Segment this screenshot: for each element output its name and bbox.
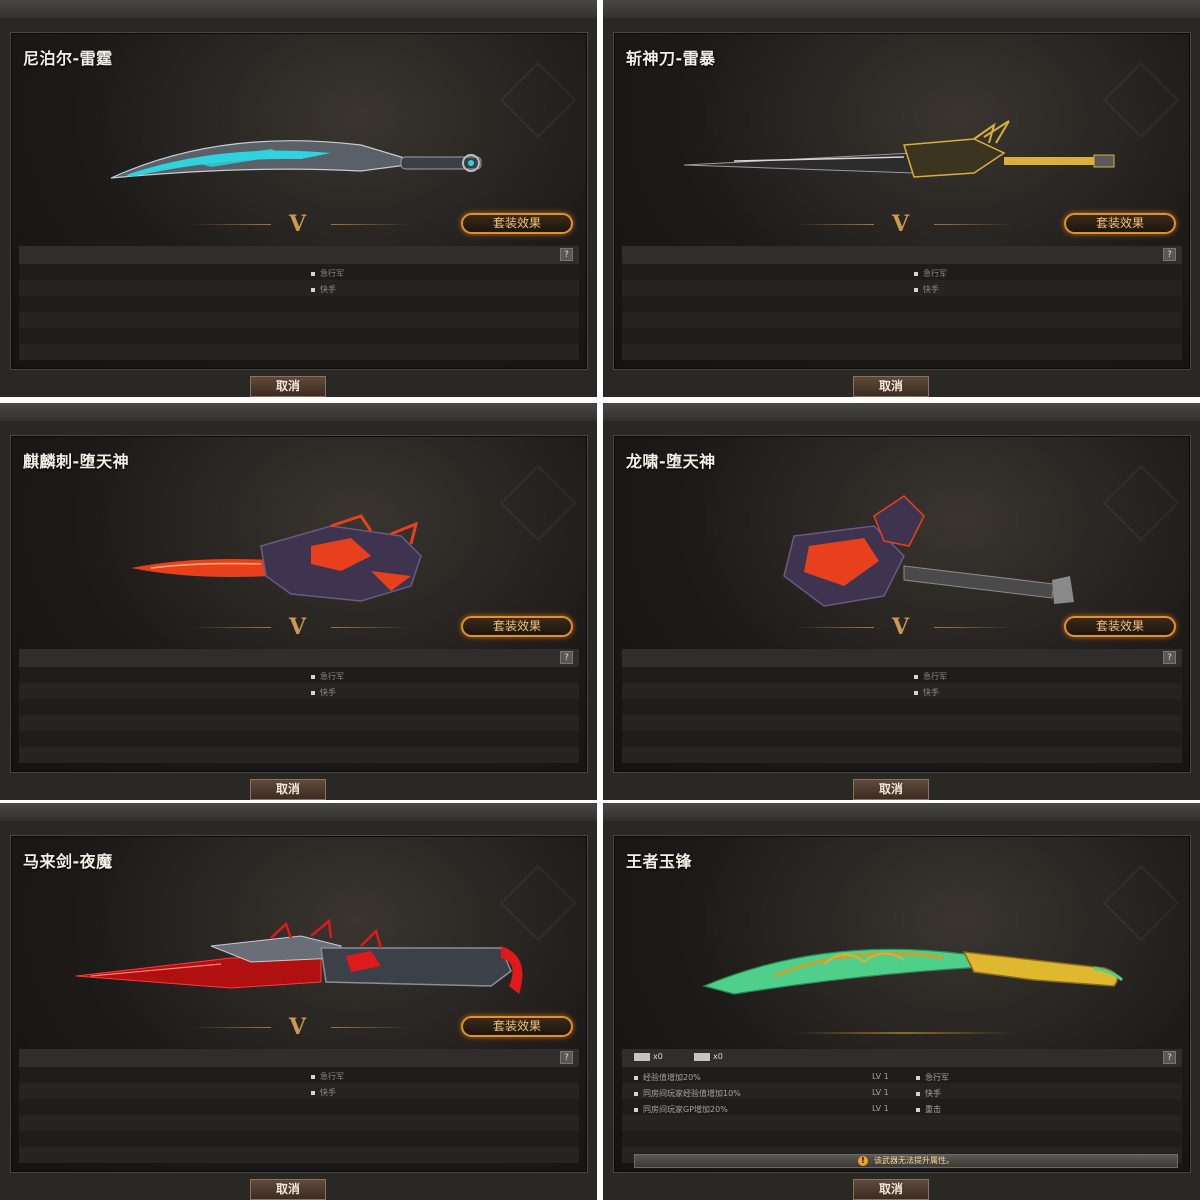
weapon-image xyxy=(110,140,482,179)
attribute-header: ? xyxy=(622,649,1182,667)
help-button[interactable]: ? xyxy=(560,248,573,261)
stat-label: 同房间玩家GP增加20% xyxy=(634,1104,728,1115)
rank-v-emblem: V xyxy=(191,213,411,235)
attribute-panel: ? 急行军 快手 xyxy=(622,649,1182,764)
card-top-band xyxy=(0,403,597,421)
warning-icon: ! xyxy=(858,1155,868,1166)
rank-v-emblem: V xyxy=(794,616,1014,638)
cancel-button[interactable]: 取消 xyxy=(250,376,326,397)
attribute-panel: ? 急行军 快手 xyxy=(19,649,579,764)
stat-tag: x0 xyxy=(694,1052,723,1061)
weapon-title: 马来剑-夜魔 xyxy=(23,852,113,871)
cancel-button[interactable]: 取消 xyxy=(250,779,326,800)
perk-item: 急行军 xyxy=(311,268,344,279)
set-effect-button[interactable]: 套装效果 xyxy=(461,213,573,234)
set-effect-button[interactable]: 套装效果 xyxy=(1064,616,1176,637)
cancel-button[interactable]: 取消 xyxy=(853,376,929,397)
card-top-band xyxy=(603,0,1200,18)
perk-item: 快手 xyxy=(914,284,939,295)
weapon-preview-frame: 斩神刀-雷暴 V 套装效果 ? 急行军 快手 xyxy=(613,32,1191,370)
perk-item: 快手 xyxy=(916,1088,941,1099)
attribute-panel: ? 急行军 快手 xyxy=(622,246,1182,361)
help-button[interactable]: ? xyxy=(1163,248,1176,261)
card-top-band xyxy=(603,803,1200,821)
weapon-image xyxy=(75,918,523,994)
weapon-title: 龙啸-堕天神 xyxy=(626,452,716,471)
weapon-card-5: 马来剑-夜魔 V 套装效果 ? 急行军 快手 取消 xyxy=(0,803,597,1200)
stat-tag: x0 xyxy=(634,1052,663,1061)
weapon-image xyxy=(702,948,1124,995)
perk-item: 快手 xyxy=(311,284,336,295)
stat-level: LV 1 xyxy=(872,1088,889,1097)
attribute-panel: ? 急行军 快手 xyxy=(19,246,579,361)
weapon-title: 斩神刀-雷暴 xyxy=(626,49,716,68)
weapon-preview-frame: 王者玉锋 x0 x0 ? 经验值增加20% LV 1 急行军 同房间玩家经验值增… xyxy=(613,835,1191,1173)
attribute-header: ? xyxy=(19,1049,579,1067)
attribute-header: x0 x0 ? xyxy=(622,1049,1182,1067)
weapon-card-2: 斩神刀-雷暴 V 套装效果 ? 急行军 快手 取消 xyxy=(603,0,1200,397)
warning-bar: ! 该武器无法提升属性。 xyxy=(634,1154,1178,1168)
warning-text: 该武器无法提升属性。 xyxy=(874,1156,954,1165)
weapon-title: 尼泊尔-雷霆 xyxy=(23,49,113,68)
help-button[interactable]: ? xyxy=(560,651,573,664)
set-effect-button[interactable]: 套装效果 xyxy=(461,1016,573,1037)
rank-divider xyxy=(794,1032,1014,1034)
help-button[interactable]: ? xyxy=(560,1051,573,1064)
help-button[interactable]: ? xyxy=(1163,651,1176,664)
perk-item: 重击 xyxy=(916,1104,941,1115)
attribute-panel: x0 x0 ? 经验值增加20% LV 1 急行军 同房间玩家经验值增加10% … xyxy=(622,1049,1182,1164)
perk-item: 急行军 xyxy=(311,671,344,682)
weapon-preview-frame: 龙啸-堕天神 V 套装效果 ? 急行军 快手 xyxy=(613,435,1191,773)
stat-level: LV 1 xyxy=(872,1072,889,1081)
perk-item: 急行军 xyxy=(916,1072,949,1083)
card-top-band xyxy=(0,0,597,18)
perk-item: 快手 xyxy=(311,687,336,698)
perk-item: 急行军 xyxy=(311,1071,344,1082)
weapon-preview-frame: 麒麟刺-堕天神 V 套装效果 ? 急行军 快手 xyxy=(10,435,588,773)
weapon-card-4: 龙啸-堕天神 V 套装效果 ? 急行军 快手 取消 xyxy=(603,403,1200,800)
weapon-card-1: 尼泊尔-雷霆 V 套装效果 ? 急行军 快手 取消 xyxy=(0,0,597,397)
weapon-image xyxy=(131,514,422,602)
weapon-preview-frame: 尼泊尔-雷霆 V 套装效果 ? 急行军 快手 xyxy=(10,32,588,370)
cancel-button[interactable]: 取消 xyxy=(250,1179,326,1200)
weapon-preview-frame: 马来剑-夜魔 V 套装效果 ? 急行军 快手 xyxy=(10,835,588,1173)
rank-v-emblem: V xyxy=(191,1016,411,1038)
rank-v-emblem: V xyxy=(794,213,1014,235)
perk-item: 急行军 xyxy=(914,671,947,682)
stat-label: 经验值增加20% xyxy=(634,1072,701,1083)
attribute-header: ? xyxy=(19,246,579,264)
perk-item: 急行军 xyxy=(914,268,947,279)
weapon-image xyxy=(783,495,1074,607)
perk-item: 快手 xyxy=(914,687,939,698)
weapon-title: 麒麟刺-堕天神 xyxy=(23,452,130,471)
weapon-card-3: 麒麟刺-堕天神 V 套装效果 ? 急行军 快手 取消 xyxy=(0,403,597,800)
stat-label: 同房间玩家经验值增加10% xyxy=(634,1088,741,1099)
set-effect-button[interactable]: 套装效果 xyxy=(461,616,573,637)
attribute-header: ? xyxy=(19,649,579,667)
rank-v-emblem: V xyxy=(191,616,411,638)
card-top-band xyxy=(603,403,1200,421)
weapon-card-6: 王者玉锋 x0 x0 ? 经验值增加20% LV 1 急行军 同房间玩家经验值增… xyxy=(603,803,1200,1200)
stat-level: LV 1 xyxy=(872,1104,889,1113)
set-effect-button[interactable]: 套装效果 xyxy=(1064,213,1176,234)
screenshot-grid: 尼泊尔-雷霆 V 套装效果 ? 急行军 快手 取消 斩神刀-雷暴 V 套装效果 … xyxy=(0,0,1200,1200)
help-button[interactable]: ? xyxy=(1163,1051,1176,1064)
card-top-band xyxy=(0,803,597,821)
attribute-header: ? xyxy=(622,246,1182,264)
weapon-title: 王者玉锋 xyxy=(626,852,693,871)
attribute-panel: ? 急行军 快手 xyxy=(19,1049,579,1164)
cancel-button[interactable]: 取消 xyxy=(853,779,929,800)
weapon-image xyxy=(683,120,1115,178)
perk-item: 快手 xyxy=(311,1087,336,1098)
cancel-button[interactable]: 取消 xyxy=(853,1179,929,1200)
